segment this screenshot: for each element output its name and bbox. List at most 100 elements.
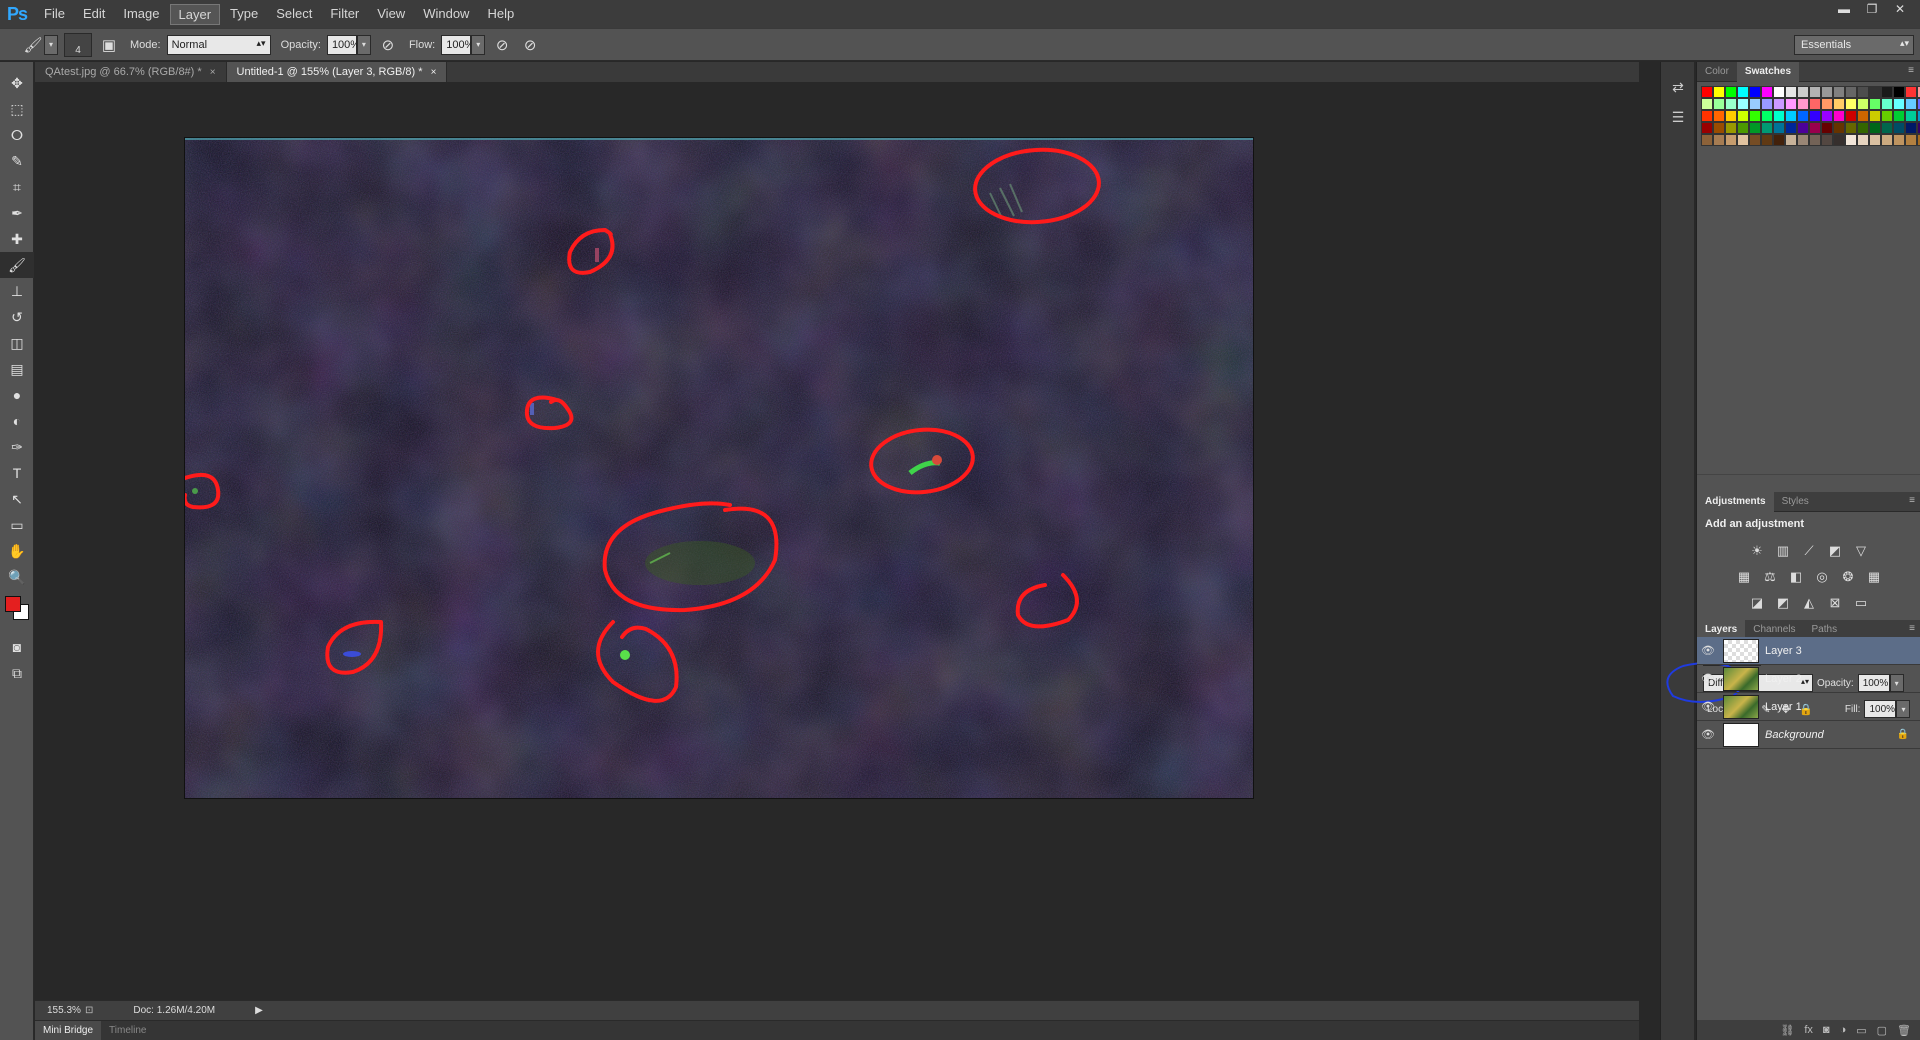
status-options-icon[interactable]: ⊡ [85,1005,93,1016]
gradient-map-icon[interactable]: ▭ [1851,594,1871,612]
color-swatch[interactable] [1809,122,1821,134]
color-swatch[interactable] [1845,110,1857,122]
color-swatch[interactable] [1725,122,1737,134]
color-swatch[interactable] [1749,122,1761,134]
color-swatch[interactable] [1833,110,1845,122]
color-swatch[interactable] [1737,134,1749,146]
layer-name[interactable]: Layer 1 [1765,701,1802,713]
color-swatch[interactable] [1761,98,1773,110]
color-swatch[interactable] [1785,110,1797,122]
quick-select-tool-icon[interactable]: ✎ [0,148,34,174]
color-swatch[interactable] [1725,98,1737,110]
gradient-tool-icon[interactable]: ▤ [0,356,34,382]
color-swatch[interactable] [1881,86,1893,98]
foreground-color-swatch[interactable] [5,596,21,612]
brush-tool-icon[interactable]: 🖌 [0,252,34,278]
color-swatch[interactable] [1773,110,1785,122]
type-tool-icon[interactable]: T [0,460,34,486]
brush-panel-toggle-icon[interactable]: ▣ [98,34,120,56]
color-swatch[interactable] [1749,98,1761,110]
color-balance-icon[interactable]: ⚖ [1760,568,1780,586]
visibility-eye-icon[interactable]: 👁 [1697,700,1719,713]
adjustments_panel-tab-styles[interactable]: Styles [1774,492,1817,512]
color-swatch[interactable] [1761,86,1773,98]
color-swatch[interactable] [1725,110,1737,122]
color-swatch[interactable] [1785,134,1797,146]
eyedropper-tool-icon[interactable]: ✒ [0,200,34,226]
close-tab-icon[interactable]: × [431,67,437,78]
color-swatch[interactable] [1773,98,1785,110]
layer-row[interactable]: 👁 Layer 1 [1697,693,1920,721]
color-swatch[interactable] [1845,98,1857,110]
color-lookup-icon[interactable]: ▦ [1864,568,1884,586]
visibility-eye-icon[interactable]: 👁 [1697,728,1719,741]
color-swatch[interactable] [1893,86,1905,98]
color-swatch[interactable] [1701,110,1713,122]
color-swatch[interactable] [1797,134,1809,146]
layer-row[interactable]: 👁 Layer 3 [1697,637,1920,665]
hand-tool-icon[interactable]: ✋ [0,538,34,564]
color-swatch[interactable] [1833,98,1845,110]
color-swatch[interactable] [1869,122,1881,134]
curves-icon[interactable]: ⟋ [1799,542,1819,560]
dodge-tool-icon[interactable]: ◐ [0,408,34,434]
vibrance-icon[interactable]: ▽ [1851,542,1871,560]
eraser-tool-icon[interactable]: ◫ [0,330,34,356]
screen-mode-icon[interactable]: ⧉ [0,660,34,686]
color-swatch[interactable] [1893,98,1905,110]
color-swatch[interactable] [1809,110,1821,122]
layer-name[interactable]: Layer 2 [1765,673,1802,685]
invert-icon[interactable]: ◪ [1747,594,1767,612]
visibility-eye-icon[interactable]: 👁 [1697,644,1719,657]
color-swatch[interactable] [1749,134,1761,146]
add-mask-icon[interactable]: ◙ [1823,1024,1830,1036]
crop-tool-icon[interactable]: ⌗ [0,174,34,200]
adjustments_panel-tab-adjustments[interactable]: Adjustments [1697,491,1774,512]
history-panel-icon[interactable]: ⇄ [1661,72,1695,102]
color-swatch[interactable] [1857,122,1869,134]
photo-filter-icon[interactable]: ◎ [1812,568,1832,586]
new-adjustment-icon[interactable]: ◑ [1840,1024,1847,1036]
menu-select[interactable]: Select [268,4,320,25]
delete-layer-icon[interactable]: 🗑 [1897,1024,1911,1037]
layer-row[interactable]: 👁 Layer 2 [1697,665,1920,693]
color-swatch[interactable] [1713,122,1725,134]
color-swatch[interactable] [1713,110,1725,122]
history-brush-tool-icon[interactable]: ↺ [0,304,34,330]
color-swatch[interactable] [1821,134,1833,146]
restore-button[interactable]: ❐ [1858,0,1886,18]
color-swatch[interactable] [1857,86,1869,98]
minimize-button[interactable]: ▬ [1830,0,1858,18]
color-swatch[interactable] [1785,98,1797,110]
swatch_panel-tab-color[interactable]: Color [1697,62,1737,82]
color-swatch[interactable] [1821,98,1833,110]
color-swatch[interactable] [1701,98,1713,110]
zoom-level[interactable]: 155.3% [35,1005,81,1016]
color-picker[interactable] [0,590,34,634]
marquee-tool-icon[interactable]: ⬚ [0,96,34,122]
brush-preset-dropdown[interactable]: ▾ [44,34,58,55]
color-swatch[interactable] [1809,134,1821,146]
color-swatch[interactable] [1821,122,1833,134]
properties-panel-icon[interactable]: ☰ [1661,102,1695,132]
color-swatch[interactable] [1845,134,1857,146]
color-swatch[interactable] [1713,86,1725,98]
color-swatch[interactable] [1893,122,1905,134]
move-tool-icon[interactable]: ✥ [0,70,34,96]
visibility-eye-icon[interactable]: 👁 [1697,672,1719,685]
color-swatch[interactable] [1701,122,1713,134]
adjustments-panel-menu-icon[interactable]: ≡ [1909,495,1915,506]
document-tab[interactable]: QAtest.jpg @ 66.7% (RGB/8#) * × [35,62,227,82]
color-swatch[interactable] [1773,134,1785,146]
color-swatch[interactable] [1773,122,1785,134]
color-swatch[interactable] [1905,122,1917,134]
color-swatch[interactable] [1905,110,1917,122]
menu-help[interactable]: Help [479,4,522,25]
bottom-tab-mini-bridge[interactable]: Mini Bridge [35,1020,102,1040]
pressure-size-icon[interactable]: ⊘ [519,34,541,56]
color-swatch[interactable] [1761,134,1773,146]
color-swatch[interactable] [1809,86,1821,98]
quick-mask-icon[interactable]: ◙ [0,634,34,660]
color-swatch[interactable] [1833,86,1845,98]
document-tab[interactable]: Untitled-1 @ 155% (Layer 3, RGB/8) * × [226,62,448,82]
